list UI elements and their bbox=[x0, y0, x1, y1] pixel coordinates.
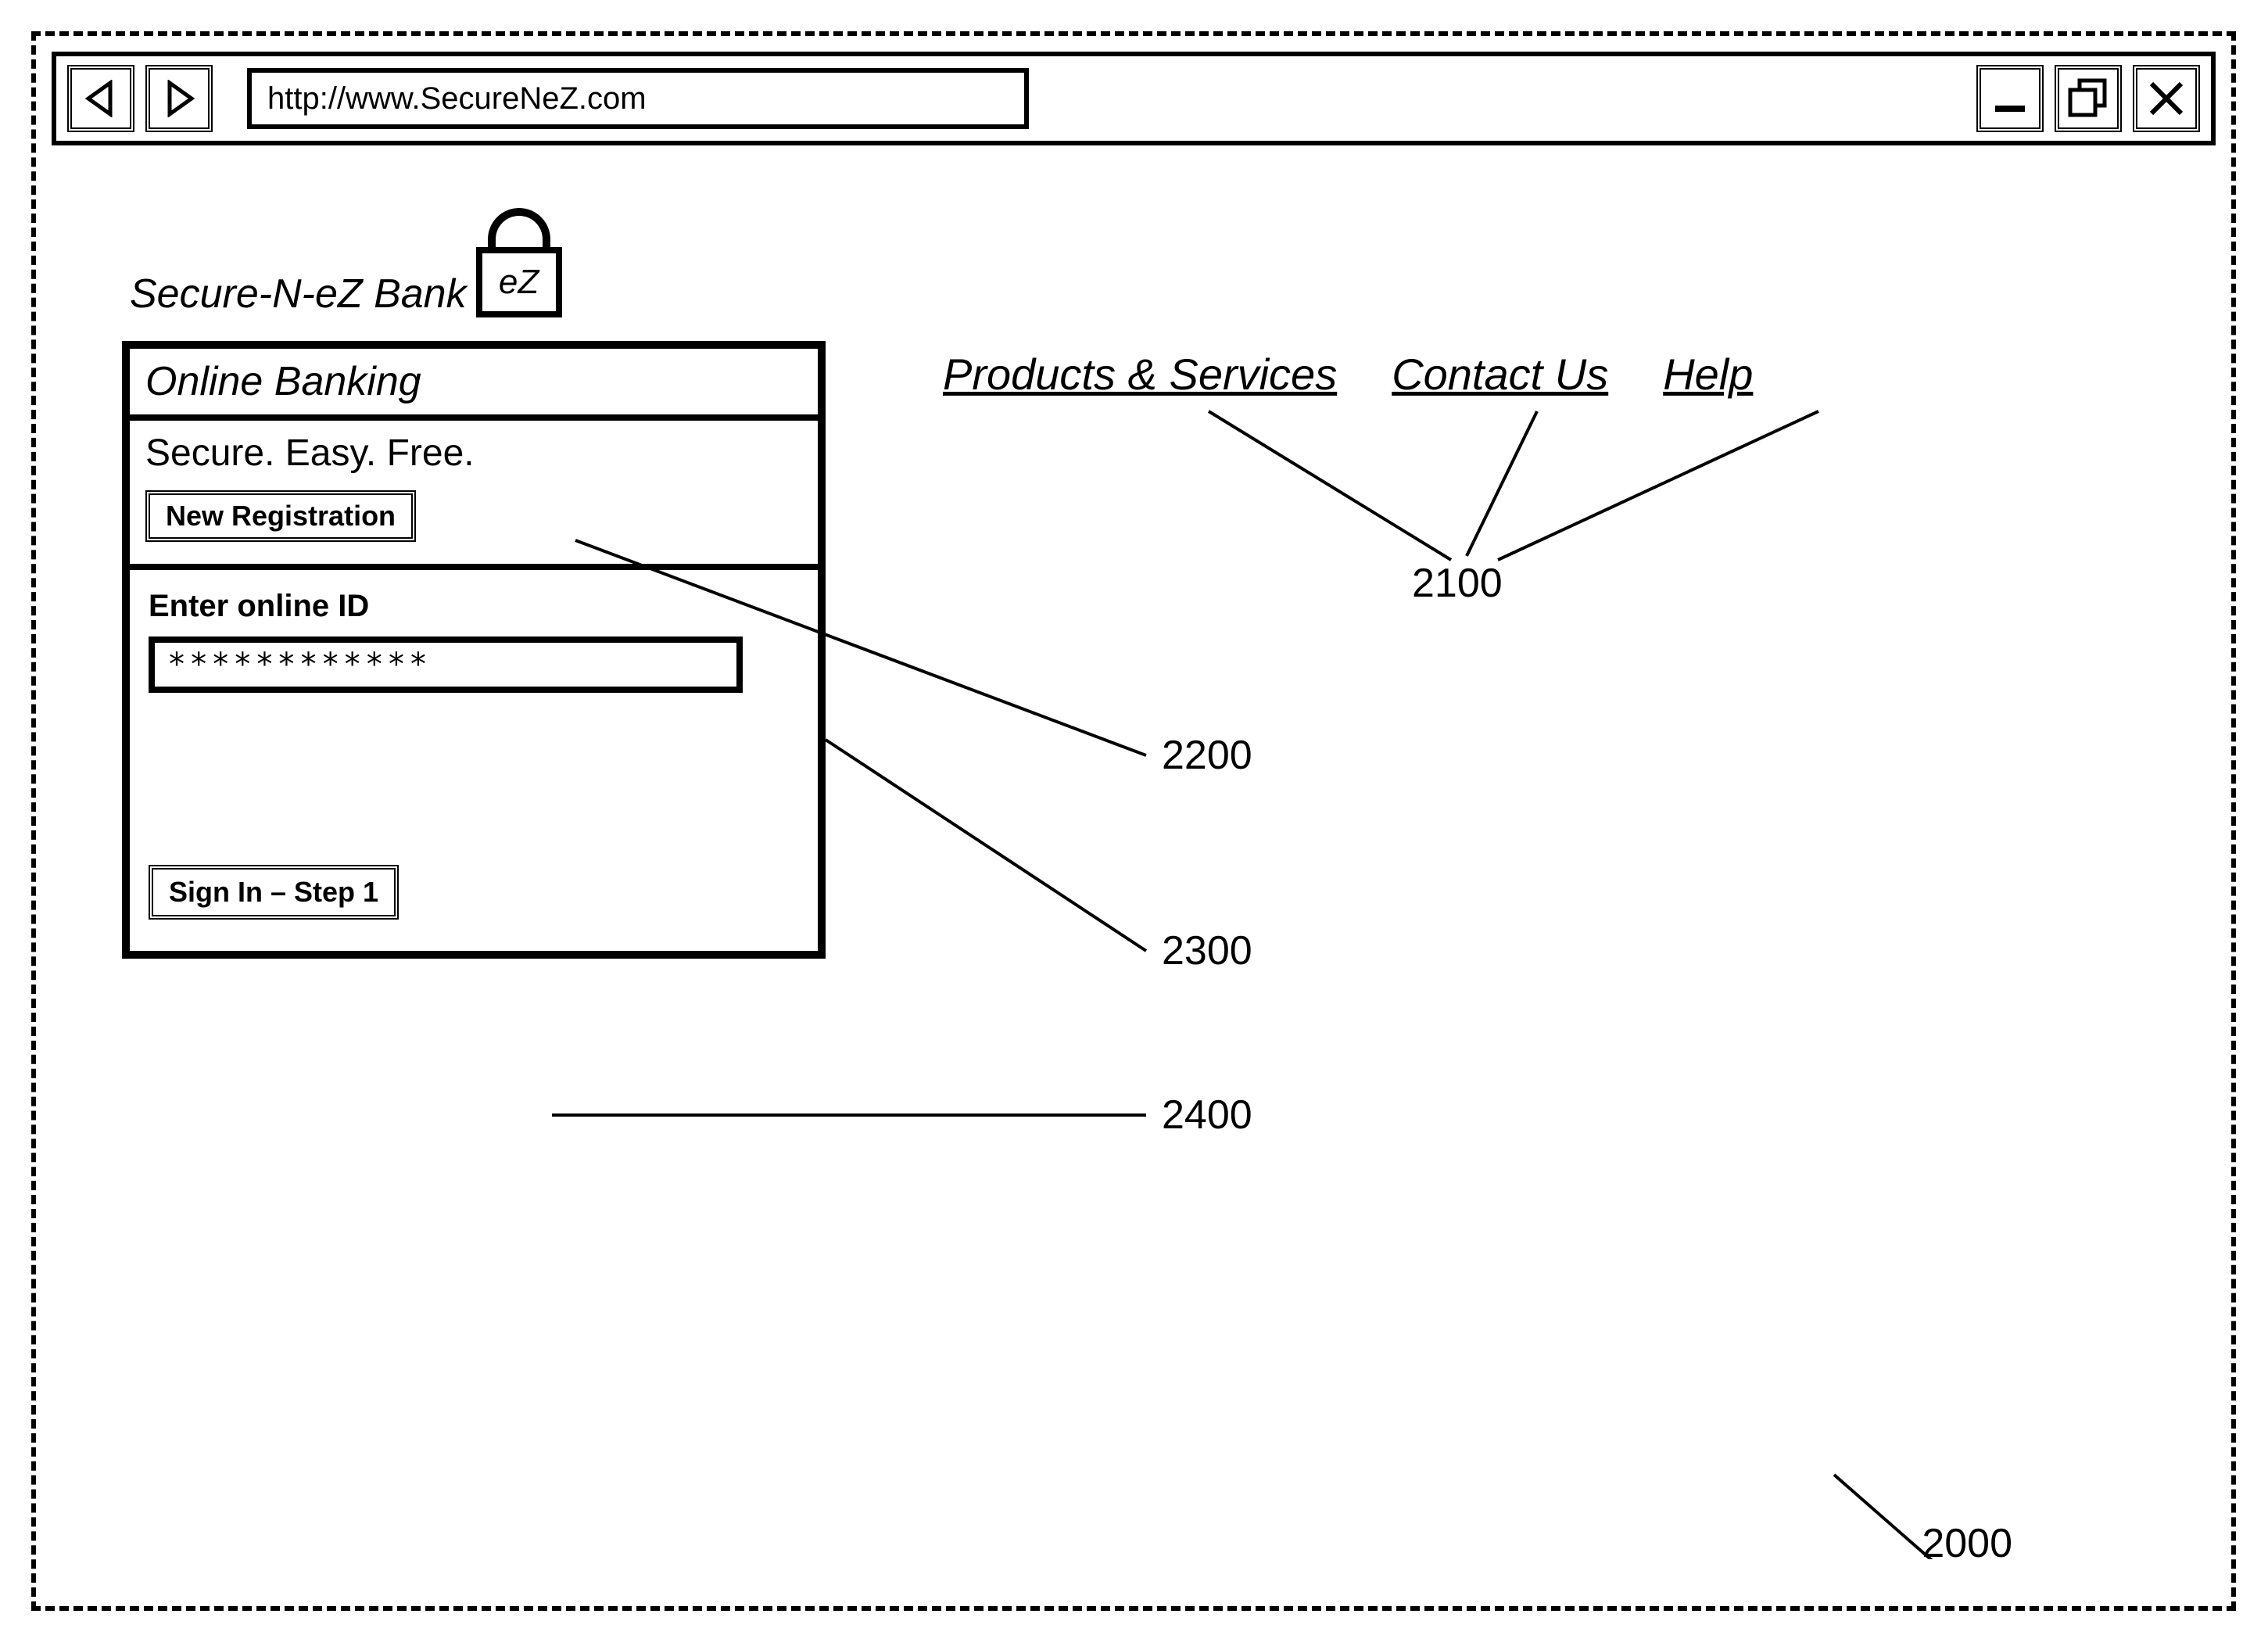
forward-button[interactable] bbox=[145, 65, 213, 132]
ref-2000: 2000 bbox=[1922, 1520, 2012, 1567]
signin-button[interactable]: Sign In – Step 1 bbox=[149, 865, 399, 920]
new-registration-button[interactable]: New Registration bbox=[145, 490, 416, 542]
ref-2400: 2400 bbox=[1162, 1092, 1252, 1139]
maximize-button[interactable] bbox=[2055, 65, 2122, 132]
diagram-frame: http://www.SecureNeZ.com Secure-N-eZ Ban… bbox=[31, 31, 2236, 1611]
online-id-label: Enter online ID bbox=[149, 589, 799, 624]
ref-2300: 2300 bbox=[1162, 927, 1252, 974]
panel-header: Online Banking bbox=[130, 349, 818, 421]
minimize-icon bbox=[1990, 79, 2030, 118]
triangle-right-icon bbox=[160, 80, 198, 117]
nav-help[interactable]: Help bbox=[1663, 349, 1753, 400]
ref-2200: 2200 bbox=[1162, 732, 1252, 779]
nav-contact[interactable]: Contact Us bbox=[1392, 349, 1608, 400]
url-bar[interactable]: http://www.SecureNeZ.com bbox=[247, 68, 1029, 129]
panel-section-register: Secure. Easy. Free. New Registration bbox=[130, 421, 818, 570]
nav-links: Products & Services Contact Us Help bbox=[943, 349, 1753, 400]
panel-section-signin: Enter online ID ************ Sign In – S… bbox=[130, 570, 818, 951]
login-panel: Online Banking Secure. Easy. Free. New R… bbox=[122, 341, 826, 959]
tagline: Secure. Easy. Free. bbox=[145, 432, 802, 475]
minimize-button[interactable] bbox=[1976, 65, 2044, 132]
close-button[interactable] bbox=[2133, 65, 2200, 132]
lock-label: eZ bbox=[476, 247, 562, 317]
close-icon bbox=[2147, 79, 2186, 118]
brand-name: Secure-N-eZ Bank bbox=[130, 271, 467, 317]
triangle-left-icon bbox=[82, 80, 120, 117]
online-id-input[interactable]: ************ bbox=[149, 637, 743, 693]
maximize-icon bbox=[2067, 77, 2109, 120]
brand-row: Secure-N-eZ Bank eZ bbox=[130, 208, 562, 317]
browser-chrome: http://www.SecureNeZ.com bbox=[52, 52, 2216, 145]
lock-icon: eZ bbox=[476, 208, 562, 317]
nav-products[interactable]: Products & Services bbox=[943, 349, 1337, 400]
page-content: Secure-N-eZ Bank eZ Online Banking Secur… bbox=[52, 145, 2216, 1559]
ref-2100: 2100 bbox=[1412, 560, 1503, 607]
back-button[interactable] bbox=[67, 65, 134, 132]
